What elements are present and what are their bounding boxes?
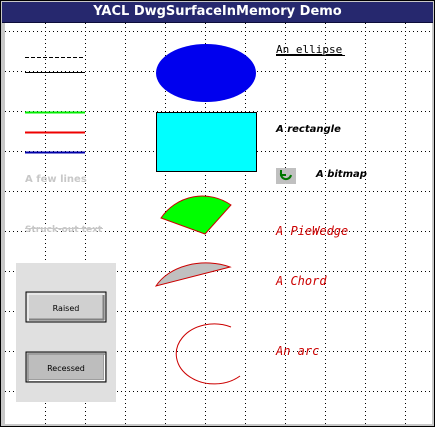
chord-label: A Chord [275, 274, 327, 288]
bitmap-icon [276, 168, 296, 184]
piewedge-shape [160, 195, 232, 235]
window-title: YACL DwgSurfaceInMemory Demo [93, 4, 342, 19]
recessed-button[interactable]: Recessed [25, 351, 107, 383]
title-bar[interactable]: YACL DwgSurfaceInMemory Demo [2, 2, 433, 23]
rectangle-label: A rectangle [275, 124, 341, 135]
recessed-button-label: Recessed [47, 364, 85, 373]
rectangle-shape [156, 112, 257, 172]
app-window: YACL DwgSurfaceInMemory Demo A few lines… [0, 0, 435, 427]
raised-button-label: Raised [53, 304, 80, 313]
ellipse-shape [156, 44, 256, 102]
raised-button[interactable]: Raised [25, 291, 107, 323]
lines-label: A few lines [25, 174, 87, 185]
arc-label: An arc [275, 344, 319, 358]
arc-shape [175, 323, 241, 385]
piewedge-label: A PieWedge [275, 224, 348, 238]
strikeout-label: Struck-out text [25, 225, 103, 235]
drawing-surface: A few lines Struck-out text An ellipse A… [5, 23, 432, 424]
chord-shape [154, 262, 232, 287]
drawing-svg: A few lines Struck-out text An ellipse A… [5, 23, 432, 424]
ellipse-label: An ellipse [276, 43, 342, 56]
bitmap-label: A bitmap [315, 169, 367, 180]
